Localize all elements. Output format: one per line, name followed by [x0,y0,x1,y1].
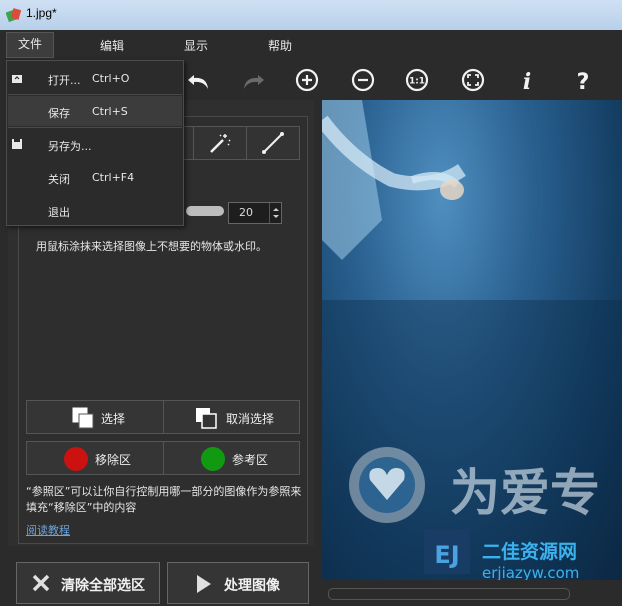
close-x-icon [32,574,50,592]
spinner-arrows[interactable] [269,203,282,223]
brush-size-spinner[interactable]: 20 [228,202,282,224]
deselect-icon [196,408,217,429]
menu-file[interactable]: 文件 [6,32,54,58]
undo-icon [188,75,208,89]
select-button[interactable]: 选择 [27,401,163,433]
line-tool-button[interactable] [246,126,300,160]
usage-hint: 用鼠标涂抹来选择图像上不想要的物体或水印。 [36,240,267,253]
reference-region-label: 参考区 [232,453,269,467]
reference-region-button[interactable]: 参考区 [163,442,300,474]
redo-icon [244,75,264,89]
menu-item-save-as[interactable]: 另存为... [8,129,182,159]
fit-window-button[interactable] [456,64,490,96]
magic-wand-icon [210,134,231,153]
menu-separator [8,127,182,128]
actual-size-label: 1:1 [409,77,425,87]
help-label: ? [577,70,590,95]
select-icon [72,407,94,429]
menu-item-close-label: 关闭 [48,173,70,186]
region-buttons: 移除区 参考区 [26,441,300,475]
menu-item-save-as-label: 另存为... [48,140,92,153]
fit-window-icon [461,68,485,92]
deselect-label: 取消选择 [226,412,275,426]
red-circle-icon [64,447,88,471]
line-tool-icon [262,132,284,154]
open-folder-icon [12,75,22,83]
menu-item-open-label: 打开... [48,74,81,87]
menu-item-open-shortcut: Ctrl+O [92,72,130,85]
remove-region-label: 移除区 [95,453,132,467]
menu-item-exit[interactable]: 退出 [8,195,182,225]
magic-wand-tool-button[interactable] [193,126,247,160]
menu-item-save[interactable]: 保存 Ctrl+S [8,96,182,126]
svg-text:EJ: EJ [434,541,459,569]
deselect-button[interactable]: 取消选择 [163,401,300,433]
green-circle-icon [201,447,225,471]
remove-region-button[interactable]: 移除区 [27,442,163,474]
site-watermark-cn: 二佳资源网 [482,540,577,563]
floppy-disk-icon [12,139,22,149]
info-icon: i [523,69,531,95]
file-menu-dropdown: 打开... Ctrl+O 保存 Ctrl+S 另存为... 关闭 Ctrl+F4… [6,60,184,226]
scrollbar-track[interactable] [328,588,570,600]
menu-help[interactable]: 帮助 [268,37,292,54]
tutorial-link[interactable]: 阅读教程 [26,522,70,538]
clear-all-label: 清除全部选区 [61,578,145,594]
process-image-button[interactable]: 处理图像 [167,562,309,604]
brush-size-slider[interactable] [186,206,224,216]
actual-size-icon: 1:1 [405,68,429,92]
info-label: i [523,69,531,95]
undo-button[interactable] [182,64,216,96]
menu-item-close[interactable]: 关闭 Ctrl+F4 [8,162,182,192]
site-watermark-url: erjiazyw.com [482,564,579,580]
zoom-out-icon [351,68,375,92]
menu-view[interactable]: 显示 [184,37,208,54]
menu-item-exit-label: 退出 [48,206,70,219]
clear-all-button[interactable]: 清除全部选区 [16,562,160,604]
selection-buttons: 选择 取消选择 [26,400,300,434]
brush-size-value: 20 [239,206,253,219]
underwater-photo: 为爱专 EJ 二佳资源网 erjiazyw.com [322,100,622,580]
reference-description: “参照区”可以让你自行控制用哪一部分的图像作为参照来填充“移除区”中的内容 [26,485,302,514]
help-button[interactable]: ? [566,64,600,96]
menu-item-save-label: 保存 [48,107,70,120]
zoom-in-button[interactable] [290,64,324,96]
menu-edit[interactable]: 编辑 [100,37,124,54]
horizontal-scrollbar[interactable] [322,580,622,606]
redo-button[interactable] [236,64,270,96]
info-button[interactable]: i [510,64,544,96]
image-canvas[interactable]: 为爱专 EJ 二佳资源网 erjiazyw.com [322,100,622,580]
menu-item-open[interactable]: 打开... Ctrl+O [8,63,182,93]
zoom-out-button[interactable] [346,64,380,96]
menu-item-close-shortcut: Ctrl+F4 [92,171,135,184]
menu-separator [8,94,182,95]
title-bar: 1.jpg* [0,0,622,31]
app-icon [6,8,22,23]
help-icon: ? [577,70,590,95]
menu-item-save-shortcut: Ctrl+S [92,105,128,118]
window-title: 1.jpg* [26,6,57,20]
select-label: 选择 [101,412,126,426]
process-image-label: 处理图像 [224,578,280,594]
watermark-brand-text: 为爱专 [450,464,600,522]
actual-size-button[interactable]: 1:1 [400,64,434,96]
menu-bar: 文件 编辑 显示 帮助 [0,30,622,60]
play-icon [197,575,211,593]
zoom-in-icon [295,68,319,92]
spinner-arrows-icon [273,208,279,218]
